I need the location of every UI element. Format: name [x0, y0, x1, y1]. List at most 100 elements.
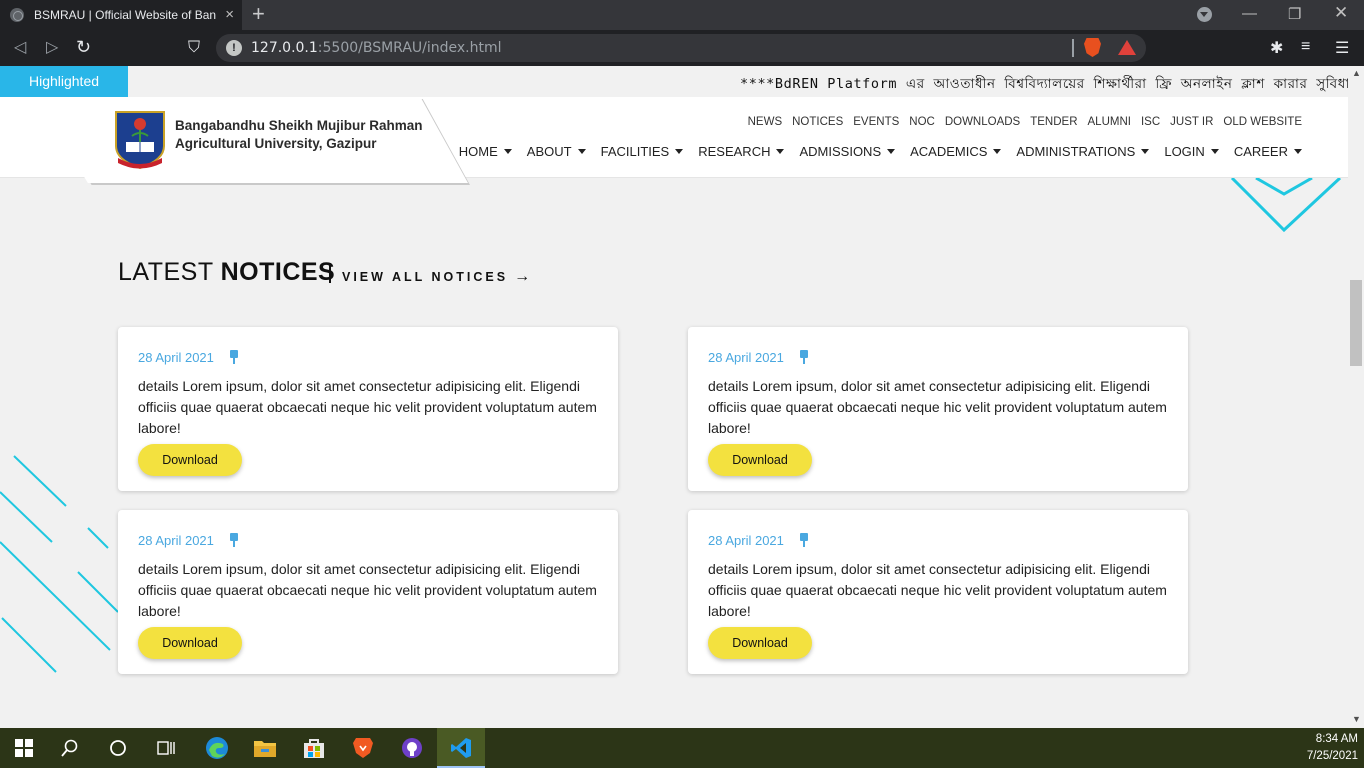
section-title: LATEST NOTICES	[118, 258, 335, 287]
decorative-lines-shape	[0, 455, 119, 673]
top-nav-tender[interactable]: TENDER	[1030, 116, 1077, 128]
reading-list-icon[interactable]: ≡	[1301, 38, 1310, 56]
nav-admissions-label: ADMISSIONS	[799, 144, 882, 159]
nav-research-label: RESEARCH	[698, 144, 771, 159]
pin-icon	[798, 350, 810, 364]
reload-button[interactable]: ↻	[76, 37, 91, 57]
nav-admissions[interactable]: ADMISSIONS	[799, 144, 896, 159]
university-emblem-icon[interactable]	[112, 108, 168, 170]
vscode-icon[interactable]	[437, 728, 485, 768]
scroll-up-icon[interactable]: ▲	[1352, 68, 1361, 78]
clock-time: 8:34 AM	[1315, 733, 1358, 745]
brave-rewards-icon[interactable]	[1118, 40, 1136, 55]
new-tab-button[interactable]: +	[252, 3, 265, 25]
top-nav-old-website[interactable]: OLD WEBSITE	[1223, 116, 1302, 128]
top-nav-alumni[interactable]: ALUMNI	[1088, 116, 1131, 128]
scroll-down-icon[interactable]: ▼	[1352, 714, 1361, 724]
tab-search-icon[interactable]	[1197, 7, 1212, 22]
notice-date-row: 28 April 2021	[138, 530, 598, 550]
view-all-notices-link[interactable]: VIEW ALL NOTICES →	[342, 268, 530, 286]
nav-home[interactable]: HOME	[459, 144, 512, 159]
top-nav-downloads[interactable]: DOWNLOADS	[945, 116, 1020, 128]
file-explorer-icon[interactable]	[241, 728, 289, 768]
section-title-bold: NOTICES	[220, 258, 336, 286]
top-nav-just-ir[interactable]: JUST IR	[1170, 116, 1213, 128]
main-nav: HOME ABOUT FACILITIES RESEARCH ADMISSION…	[459, 144, 1302, 159]
bookmark-icon[interactable]: ⛉	[188, 38, 200, 58]
browser-menu-icon[interactable]: ☰	[1335, 38, 1349, 58]
nav-administrations-label: ADMINISTRATIONS	[1016, 144, 1136, 159]
notice-text: details Lorem ipsum, dolor sit amet cons…	[138, 561, 597, 619]
top-nav: NEWS NOTICES EVENTS NOC DOWNLOADS TENDER…	[748, 116, 1302, 128]
nav-academics[interactable]: ACADEMICS	[910, 144, 1002, 159]
top-nav-news[interactable]: NEWS	[748, 116, 783, 128]
minimize-button[interactable]: —	[1242, 5, 1257, 22]
notice-card: 28 April 2021 details Lorem ipsum, dolor…	[118, 510, 618, 674]
download-button[interactable]: Download	[138, 444, 242, 476]
caret-down-icon	[503, 149, 512, 154]
page-scrollbar[interactable]: ▲ ▼	[1348, 66, 1364, 728]
site-info-icon[interactable]: !	[226, 40, 242, 56]
decorative-chevron-shape	[1230, 178, 1342, 233]
pin-icon	[228, 533, 240, 547]
system-clock[interactable]: 8:34 AM 7/25/2021	[1307, 731, 1358, 765]
edge-icon[interactable]	[193, 728, 241, 768]
caret-down-icon	[577, 149, 586, 154]
nav-facilities-label: FACILITIES	[600, 144, 670, 159]
notice-date-row: 28 April 2021	[708, 530, 1168, 550]
windows-taskbar: 8:34 AM 7/25/2021	[0, 728, 1364, 768]
cortana-icon[interactable]	[94, 728, 142, 768]
top-nav-notices[interactable]: NOTICES	[792, 116, 843, 128]
nav-career[interactable]: CAREER	[1234, 144, 1302, 159]
notice-date-row: 28 April 2021	[138, 347, 598, 367]
download-button[interactable]: Download	[708, 444, 812, 476]
pin-icon	[228, 350, 240, 364]
top-nav-events[interactable]: EVENTS	[853, 116, 899, 128]
nav-login[interactable]: LOGIN	[1164, 144, 1219, 159]
nav-administrations[interactable]: ADMINISTRATIONS	[1016, 144, 1150, 159]
top-nav-isc[interactable]: ISC	[1141, 116, 1160, 128]
download-button[interactable]: Download	[708, 627, 812, 659]
university-name-line1: Bangabandhu Sheikh Mujibur Rahman	[175, 118, 423, 133]
notice-text: details Lorem ipsum, dolor sit amet cons…	[708, 561, 1167, 619]
store-icon[interactable]	[290, 728, 338, 768]
nav-about[interactable]: ABOUT	[527, 144, 586, 159]
section-title-light: LATEST	[118, 258, 221, 286]
university-name[interactable]: Bangabandhu Sheikh Mujibur Rahman Agricu…	[175, 117, 423, 153]
nav-login-label: LOGIN	[1164, 144, 1205, 159]
notice-card: 28 April 2021 details Lorem ipsum, dolor…	[118, 327, 618, 491]
highlight-marquee[interactable]: ****BdREN Platform এর আওতাধীন বিশ্ববিদ্য…	[740, 73, 1348, 96]
forward-button[interactable]: ▷	[46, 38, 58, 58]
search-icon[interactable]	[46, 728, 94, 768]
restore-button[interactable]: ❐	[1288, 5, 1301, 23]
nav-research[interactable]: RESEARCH	[698, 144, 785, 159]
arrow-right-icon: →	[514, 268, 531, 285]
notice-date: 28 April 2021	[138, 532, 214, 548]
download-button[interactable]: Download	[138, 627, 242, 659]
scroll-thumb[interactable]	[1350, 280, 1362, 366]
top-nav-noc[interactable]: NOC	[909, 116, 935, 128]
back-button[interactable]: ◁	[14, 38, 26, 58]
notice-date: 28 April 2021	[138, 349, 214, 365]
extensions-icon[interactable]: ✱	[1270, 38, 1283, 58]
caret-down-icon	[776, 149, 785, 154]
caret-down-icon	[887, 149, 896, 154]
url-text[interactable]: 127.0.0.1:5500/BSMRAU/index.html	[251, 40, 502, 56]
windows-start-icon[interactable]	[0, 728, 48, 768]
view-all-label: VIEW ALL NOTICES	[342, 270, 509, 284]
brave-icon[interactable]	[339, 728, 387, 768]
highlight-label: Highlighted	[0, 66, 128, 97]
title-divider	[329, 263, 331, 283]
omnibox-divider	[1072, 39, 1074, 57]
github-desktop-icon[interactable]	[388, 728, 436, 768]
nav-about-label: ABOUT	[526, 144, 572, 159]
caret-down-icon	[1141, 149, 1150, 154]
notice-card: 28 April 2021 details Lorem ipsum, dolor…	[688, 510, 1188, 674]
tab-close-button[interactable]: ×	[225, 7, 234, 22]
browser-tab[interactable]: BSMRAU | Official Website of Ban ×	[0, 0, 242, 30]
task-view-icon[interactable]	[142, 728, 190, 768]
close-window-button[interactable]: ✕	[1334, 3, 1348, 23]
university-name-line2: Agricultural University, Gazipur	[175, 136, 377, 151]
web-page: Highlighted ****BdREN Platform এর আওতাধী…	[0, 66, 1348, 728]
nav-facilities[interactable]: FACILITIES	[601, 144, 684, 159]
